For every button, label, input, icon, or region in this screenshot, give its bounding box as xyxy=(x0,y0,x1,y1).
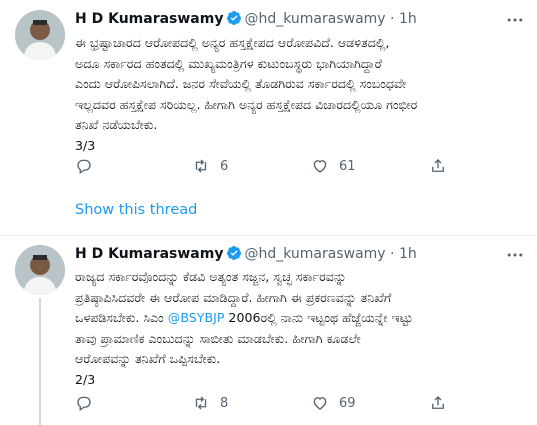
more-icon[interactable] xyxy=(505,10,525,30)
timestamp[interactable]: 1h xyxy=(399,246,417,262)
verified-badge-icon xyxy=(226,10,242,26)
retweet-icon xyxy=(195,159,207,173)
tweet[interactable]: H D Kumaraswamy @hd_kumaraswamy · 1h ರಾಜ್… xyxy=(0,236,537,425)
avatar[interactable] xyxy=(15,10,65,60)
timestamp[interactable]: 1h xyxy=(399,11,417,27)
retweet-count: 6 xyxy=(220,158,229,174)
tweet-actions: 6 61 xyxy=(75,157,475,177)
share-icon xyxy=(432,159,444,172)
like-button[interactable]: 61 xyxy=(311,157,356,175)
show-thread-link[interactable]: Show this thread xyxy=(75,202,197,218)
retweet-button[interactable]: 6 xyxy=(192,157,228,175)
mention-link[interactable]: @BSYBJP xyxy=(168,310,225,325)
like-button[interactable]: 69 xyxy=(311,394,356,412)
avatar-image xyxy=(15,245,65,295)
retweet-count: 8 xyxy=(220,395,229,411)
reply-icon xyxy=(77,396,91,412)
tweet-text: ಈ ಭ್ರಷ್ಟಾಚಾರದ ಆರೋಪದಲ್ಲಿ ಅನ್ಯರ ಹಸ್ತಕ್ಷೇಪದ… xyxy=(75,35,418,153)
author-handle[interactable]: @hd_kumaraswamy xyxy=(244,11,385,27)
more-icon[interactable] xyxy=(505,245,525,265)
tweet-actions: 8 69 xyxy=(75,394,475,414)
tweet[interactable]: H D Kumaraswamy @hd_kumaraswamy · 1h ಈ ಭ್… xyxy=(0,0,537,235)
like-count: 69 xyxy=(339,395,356,411)
author-handle[interactable]: @hd_kumaraswamy xyxy=(244,246,385,262)
share-button[interactable] xyxy=(429,394,447,412)
share-button[interactable] xyxy=(429,157,447,175)
like-count: 61 xyxy=(339,158,356,174)
avatar[interactable] xyxy=(15,245,65,295)
reply-icon xyxy=(77,159,91,175)
author-name[interactable]: H D Kumaraswamy xyxy=(75,11,223,27)
reply-button[interactable] xyxy=(75,394,93,412)
thread-connector xyxy=(39,298,41,425)
like-icon xyxy=(313,160,327,173)
share-icon xyxy=(432,396,444,409)
avatar-image xyxy=(15,10,65,60)
author-name[interactable]: H D Kumaraswamy xyxy=(75,246,223,262)
reply-button[interactable] xyxy=(75,157,93,175)
like-icon xyxy=(313,397,327,410)
separator-dot: · xyxy=(390,246,395,262)
retweet-button[interactable]: 8 xyxy=(192,394,228,412)
separator-dot: · xyxy=(390,11,395,27)
verified-badge-icon xyxy=(226,245,242,261)
tweet-text: ರಾಜ್ಯದ ಸರ್ಕಾರವೊಂದನ್ನು ಕೆಡವಿ ಅತ್ಯಂತ ಸಜ್ಜನ… xyxy=(75,267,525,390)
retweet-icon xyxy=(195,396,207,410)
